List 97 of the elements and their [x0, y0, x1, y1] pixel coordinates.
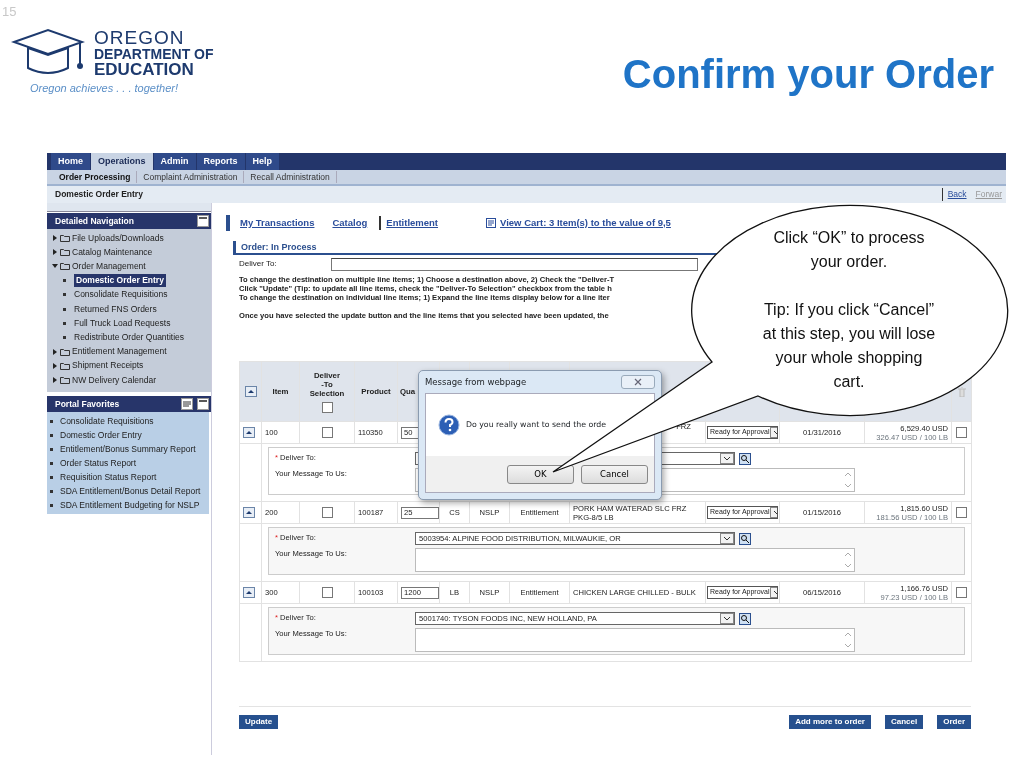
- logo-tagline: Oregon achieves . . . together!: [30, 83, 179, 94]
- dropdown-arrow-icon[interactable]: [769, 587, 777, 598]
- action-button[interactable]: Order: [937, 715, 971, 729]
- panel-title: Portal Favorites: [55, 397, 120, 411]
- select-all-checkbox[interactable]: [321, 401, 333, 413]
- row-checkbox[interactable]: [956, 507, 967, 519]
- nav-item[interactable]: Returned FNS Orders: [74, 302, 157, 316]
- update-button[interactable]: Update: [239, 715, 279, 729]
- dropdown-arrow-icon[interactable]: [720, 613, 734, 624]
- collapse-icon[interactable]: [197, 215, 209, 227]
- deliver-to-field[interactable]: [331, 257, 698, 271]
- nav-item[interactable]: Order Management: [72, 260, 146, 273]
- nav-item[interactable]: Entitlement Management: [72, 345, 167, 358]
- bullet-icon: [63, 293, 66, 297]
- search-icon[interactable]: [739, 452, 751, 465]
- expand-arrow-icon[interactable]: [52, 376, 58, 383]
- action-button[interactable]: Add more to order: [789, 715, 871, 729]
- bullet-icon: [63, 335, 66, 339]
- nav-item[interactable]: Redistribute Order Quantities: [74, 331, 185, 344]
- close-button[interactable]: [621, 375, 655, 389]
- panel-title: Detailed Navigation: [55, 214, 134, 228]
- row-checkbox[interactable]: [321, 587, 333, 599]
- favorite-link[interactable]: Entitlement/Bonus Summary Report: [60, 442, 196, 456]
- row-checkbox[interactable]: [321, 507, 333, 519]
- collapse-all-button[interactable]: [244, 386, 257, 397]
- expand-arrow-icon[interactable]: [52, 348, 58, 355]
- favorite-link[interactable]: Order Status Report: [60, 456, 137, 470]
- expand-arrow-icon[interactable]: [52, 235, 58, 242]
- header-link[interactable]: Entitlement: [379, 215, 439, 231]
- favorite-link[interactable]: Domestic Order Entry: [60, 428, 142, 442]
- nav-item[interactable]: Full Truck Load Requests: [74, 316, 171, 330]
- message-field[interactable]: [415, 548, 855, 572]
- search-icon[interactable]: [739, 532, 751, 545]
- menu-tab[interactable]: Reports: [196, 153, 245, 170]
- menu-tab[interactable]: Admin: [153, 153, 196, 170]
- menu-tab[interactable]: Home: [51, 153, 90, 170]
- nav-item[interactable]: NW Delivery Calendar: [72, 373, 157, 387]
- bullet-icon: [50, 475, 53, 479]
- nav-link[interactable]: Back: [941, 188, 967, 201]
- cart-icon: [486, 218, 497, 228]
- logo-text: DEPARTMENT OF: [94, 47, 214, 61]
- bullet-icon: [63, 307, 66, 311]
- bullet-icon: [50, 489, 53, 493]
- close-icon: [634, 378, 642, 386]
- dialog-button[interactable]: Cancel: [581, 464, 648, 484]
- expand-arrow-icon[interactable]: [52, 362, 58, 369]
- nav-item[interactable]: Catalog Maintenance: [72, 245, 153, 259]
- list-icon[interactable]: [181, 398, 193, 411]
- dropdown-arrow-icon[interactable]: [720, 453, 734, 464]
- cart-link[interactable]: View Cart: 3 Item(s) to the value of 9,5: [486, 215, 671, 231]
- favorite-link[interactable]: Consolidate Requisitions: [60, 414, 154, 428]
- dialog-title: Message from webpage: [425, 375, 527, 389]
- collapse-button[interactable]: [243, 507, 255, 519]
- favorite-link[interactable]: SDA Entitlement Budgeting for NSLP: [60, 498, 200, 512]
- nav-item[interactable]: File Uploads/Downloads: [72, 231, 164, 245]
- bullet-icon: [50, 503, 53, 507]
- row-checkbox[interactable]: [956, 427, 967, 439]
- favorite-link[interactable]: SDA Entitlement/Bonus Detail Report: [60, 484, 201, 498]
- action-button[interactable]: Cancel: [884, 715, 924, 729]
- submenu-tab[interactable]: Order Processing: [53, 170, 138, 184]
- collapse-icon[interactable]: [197, 398, 209, 411]
- header-link[interactable]: Catalog: [332, 215, 368, 231]
- slide-title: Confirm your Order: [622, 51, 995, 98]
- callout-text: Tip: If you click “Cancel” at this step, you will lose your whole shopping cart.: [761, 300, 937, 392]
- header-link[interactable]: My Transactions: [240, 215, 315, 231]
- menu-tab[interactable]: Operations: [91, 153, 153, 170]
- logo-text: OREGON: [94, 28, 186, 47]
- page-title: Domestic Order Entry: [55, 188, 143, 201]
- row-checkbox[interactable]: [321, 427, 333, 439]
- logo-text: EDUCATION: [94, 61, 195, 78]
- trash-icon[interactable]: [957, 386, 966, 397]
- menu-tab[interactable]: Help: [245, 153, 280, 170]
- dialog-button[interactable]: OK: [507, 464, 574, 484]
- message-field[interactable]: [415, 628, 855, 652]
- bullet-icon: [50, 433, 53, 437]
- row-checkbox[interactable]: [956, 587, 967, 599]
- search-icon[interactable]: [739, 612, 751, 625]
- dropdown-arrow-icon[interactable]: [720, 533, 734, 544]
- submenu-tab[interactable]: Complaint Administration: [137, 170, 245, 184]
- nav-item[interactable]: Domestic Order Entry: [74, 274, 166, 288]
- dropdown-arrow-icon[interactable]: [769, 427, 777, 438]
- bullet-icon: [63, 321, 66, 325]
- dropdown-arrow-icon[interactable]: [769, 507, 777, 518]
- bullet-icon: [50, 461, 53, 465]
- collapse-button[interactable]: [243, 427, 255, 439]
- field-label: Deliver To:: [239, 258, 278, 270]
- expand-arrow-icon[interactable]: [52, 249, 58, 256]
- question-icon: [438, 414, 460, 436]
- bullet-icon: [63, 279, 66, 283]
- favorite-link[interactable]: Requisition Status Report: [60, 470, 157, 484]
- collapse-arrow-icon[interactable]: [52, 263, 58, 270]
- bullet-icon: [50, 447, 53, 451]
- nav-item[interactable]: Consolidate Requisitions: [74, 288, 168, 302]
- submenu-tab[interactable]: Recall Administration: [244, 170, 337, 184]
- collapse-button[interactable]: [243, 587, 255, 599]
- nav-item[interactable]: Shipment Receipts: [72, 359, 144, 373]
- bullet-icon: [50, 419, 53, 423]
